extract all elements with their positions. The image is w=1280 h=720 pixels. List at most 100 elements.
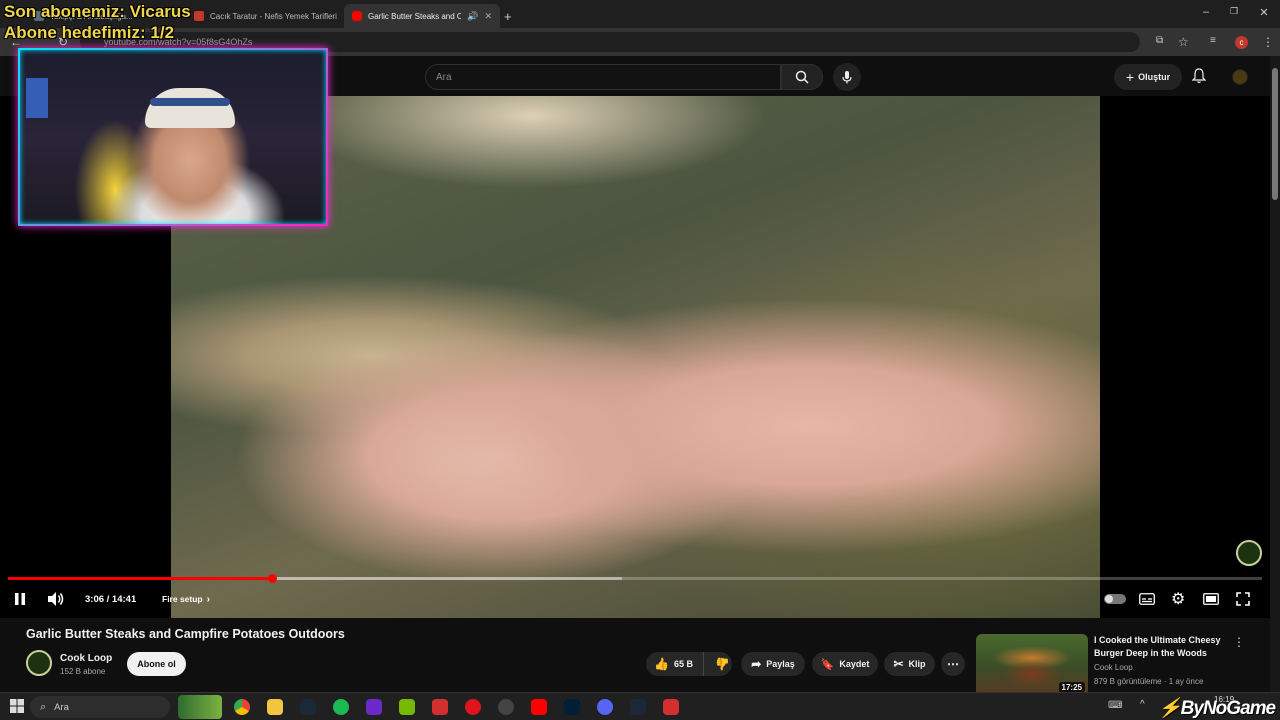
- channel-subscriber-count: 152 B abone: [60, 667, 106, 676]
- thumbs-down-icon[interactable]: 👍: [715, 657, 730, 671]
- channel-watermark-logo[interactable]: [1236, 540, 1262, 566]
- minimize-icon[interactable]: –: [1196, 6, 1216, 18]
- tray-chevron-up-icon[interactable]: ^: [1140, 699, 1145, 710]
- share-label: Paylaş: [766, 659, 795, 669]
- save-label: Kaydet: [839, 659, 870, 669]
- taskbar-widget-icon[interactable]: [178, 695, 222, 719]
- fullscreen-button[interactable]: [1236, 590, 1250, 608]
- recommended-video-title[interactable]: I Cooked the Ultimate Cheesy Burger Deep…: [1094, 634, 1224, 660]
- account-avatar[interactable]: [1232, 69, 1248, 85]
- tab-label: Cacık Taratur - Nefis Yemek Tarifleri: [210, 11, 337, 21]
- bookmark-star-icon[interactable]: ☆: [1178, 35, 1189, 49]
- file-explorer-icon[interactable]: [267, 699, 283, 715]
- video-title: Garlic Butter Steaks and Campfire Potato…: [26, 627, 345, 641]
- bell-icon: [1191, 68, 1207, 84]
- search-placeholder: Ara: [436, 72, 452, 83]
- more-actions-button[interactable]: ⋯: [941, 652, 965, 676]
- app-icon[interactable]: [663, 699, 679, 715]
- new-tab-button[interactable]: +: [504, 4, 520, 28]
- stream-last-subscriber-text: Son abonemiz: Vicarus: [4, 2, 191, 21]
- mute-button[interactable]: [47, 590, 65, 608]
- progress-played: [8, 577, 273, 580]
- streamer-watermark-logo: ⚡ByNoGame: [1158, 696, 1276, 720]
- autoplay-toggle[interactable]: [1104, 590, 1126, 608]
- watermark-slash-icon: ⚡: [1158, 698, 1182, 719]
- like-count: 65 B: [673, 659, 693, 669]
- search-button[interactable]: [781, 64, 823, 90]
- webcam-background-monitor: [26, 78, 48, 118]
- miniplayer-button[interactable]: [1203, 590, 1219, 608]
- youtube-favicon-icon: [352, 11, 362, 21]
- browser-menu-icon[interactable]: ⋮: [1262, 35, 1274, 49]
- search-input[interactable]: Ara: [425, 64, 781, 90]
- webcam-headphones: [150, 98, 230, 106]
- clip-button[interactable]: ✂ Klip: [884, 652, 935, 676]
- clip-label: Klip: [908, 659, 926, 669]
- recommended-video-menu-icon[interactable]: ⋮: [1233, 635, 1245, 649]
- browser-tab-active[interactable]: Garlic Butter Steaks and Campfire Potato…: [344, 4, 500, 28]
- obs-icon[interactable]: [498, 699, 514, 715]
- pause-icon: [15, 593, 25, 605]
- chrome-icon[interactable]: [234, 699, 250, 715]
- page-scrollbar-thumb[interactable]: [1272, 68, 1278, 200]
- bookmark-icon: 🔖: [820, 658, 835, 671]
- progress-bar[interactable]: [8, 577, 1262, 580]
- steam-icon[interactable]: [300, 699, 316, 715]
- like-dislike-group: 👍 65 B 👍: [646, 652, 732, 676]
- opera-icon[interactable]: [465, 699, 481, 715]
- pause-button[interactable]: [14, 590, 26, 608]
- media-controls-icon[interactable]: ≡: [1210, 35, 1216, 46]
- recommended-video-thumbnail[interactable]: 17:25: [976, 634, 1088, 696]
- streamer-webcam-overlay: [18, 48, 328, 226]
- keyboard-icon[interactable]: ⌨: [1108, 700, 1122, 711]
- speaker-icon[interactable]: 🔊: [467, 11, 478, 22]
- browser-tab[interactable]: Cacık Taratur - Nefis Yemek Tarifleri ✕: [186, 4, 344, 28]
- more-horizontal-icon: ⋯: [947, 657, 959, 671]
- taskbar-search-icon: ⌕: [40, 700, 47, 713]
- subtitles-icon: [1139, 593, 1155, 605]
- recommended-video-meta: 879 B görüntüleme · 1 ay önce: [1094, 677, 1204, 686]
- windows-taskbar: ⌕ Ara ⌨ ^ 16:19: [0, 692, 1280, 720]
- volume-icon: [48, 592, 64, 606]
- steam-icon[interactable]: [630, 699, 646, 715]
- chapter-button[interactable]: Fire setup ›: [162, 590, 210, 608]
- channel-avatar[interactable]: [26, 650, 52, 676]
- fullscreen-icon: [1236, 592, 1250, 606]
- window-close-icon[interactable]: ✕: [1254, 6, 1274, 19]
- taskbar-search-box[interactable]: ⌕ Ara: [30, 696, 170, 718]
- profile-avatar-icon[interactable]: c: [1235, 36, 1248, 49]
- thumbs-up-icon: 👍: [654, 657, 669, 671]
- create-button[interactable]: + Oluştur: [1114, 64, 1182, 90]
- subtitles-button[interactable]: [1139, 590, 1155, 608]
- restore-icon[interactable]: ❐: [1224, 6, 1244, 17]
- create-label: Oluştur: [1138, 72, 1171, 82]
- twitch-icon[interactable]: [366, 699, 382, 715]
- spotify-icon[interactable]: [333, 699, 349, 715]
- photoshop-icon[interactable]: [564, 699, 580, 715]
- channel-name[interactable]: Cook Loop: [60, 653, 112, 664]
- stream-subscriber-goal-text: Abone hedefimiz: 1/2: [4, 23, 175, 42]
- settings-button[interactable]: ⚙: [1171, 590, 1185, 608]
- tab-close-icon[interactable]: ✕: [484, 11, 492, 22]
- windows-start-icon[interactable]: [10, 699, 24, 713]
- watermark-text: ByNoGame: [1180, 698, 1276, 719]
- save-button[interactable]: 🔖 Kaydet: [812, 652, 878, 676]
- share-button[interactable]: ➦ Paylaş: [741, 652, 805, 676]
- time-display: 3:06 / 14:41: [85, 593, 137, 605]
- like-button[interactable]: 👍 65 B: [654, 652, 704, 676]
- voice-search-button[interactable]: [833, 63, 861, 91]
- install-app-icon[interactable]: ⧉: [1156, 35, 1163, 46]
- miniplayer-icon: [1203, 593, 1219, 605]
- taskbar-search-placeholder: Ara: [54, 701, 69, 713]
- discord-icon[interactable]: [597, 699, 613, 715]
- youtube-app-icon[interactable]: [531, 699, 547, 715]
- notifications-button[interactable]: [1191, 68, 1207, 89]
- subscribe-button[interactable]: Abone ol: [127, 652, 186, 676]
- recommended-video-channel[interactable]: Cook Loop: [1094, 663, 1133, 672]
- toggle-knob: [1105, 595, 1113, 603]
- search-icon: [795, 70, 809, 84]
- share-arrow-icon: ➦: [751, 657, 762, 671]
- nvidia-icon[interactable]: [399, 699, 415, 715]
- browser-tab-strip: Takipçi & Arkadaşlığa... Cacık Taratur -…: [0, 0, 1280, 28]
- app-icon[interactable]: [432, 699, 448, 715]
